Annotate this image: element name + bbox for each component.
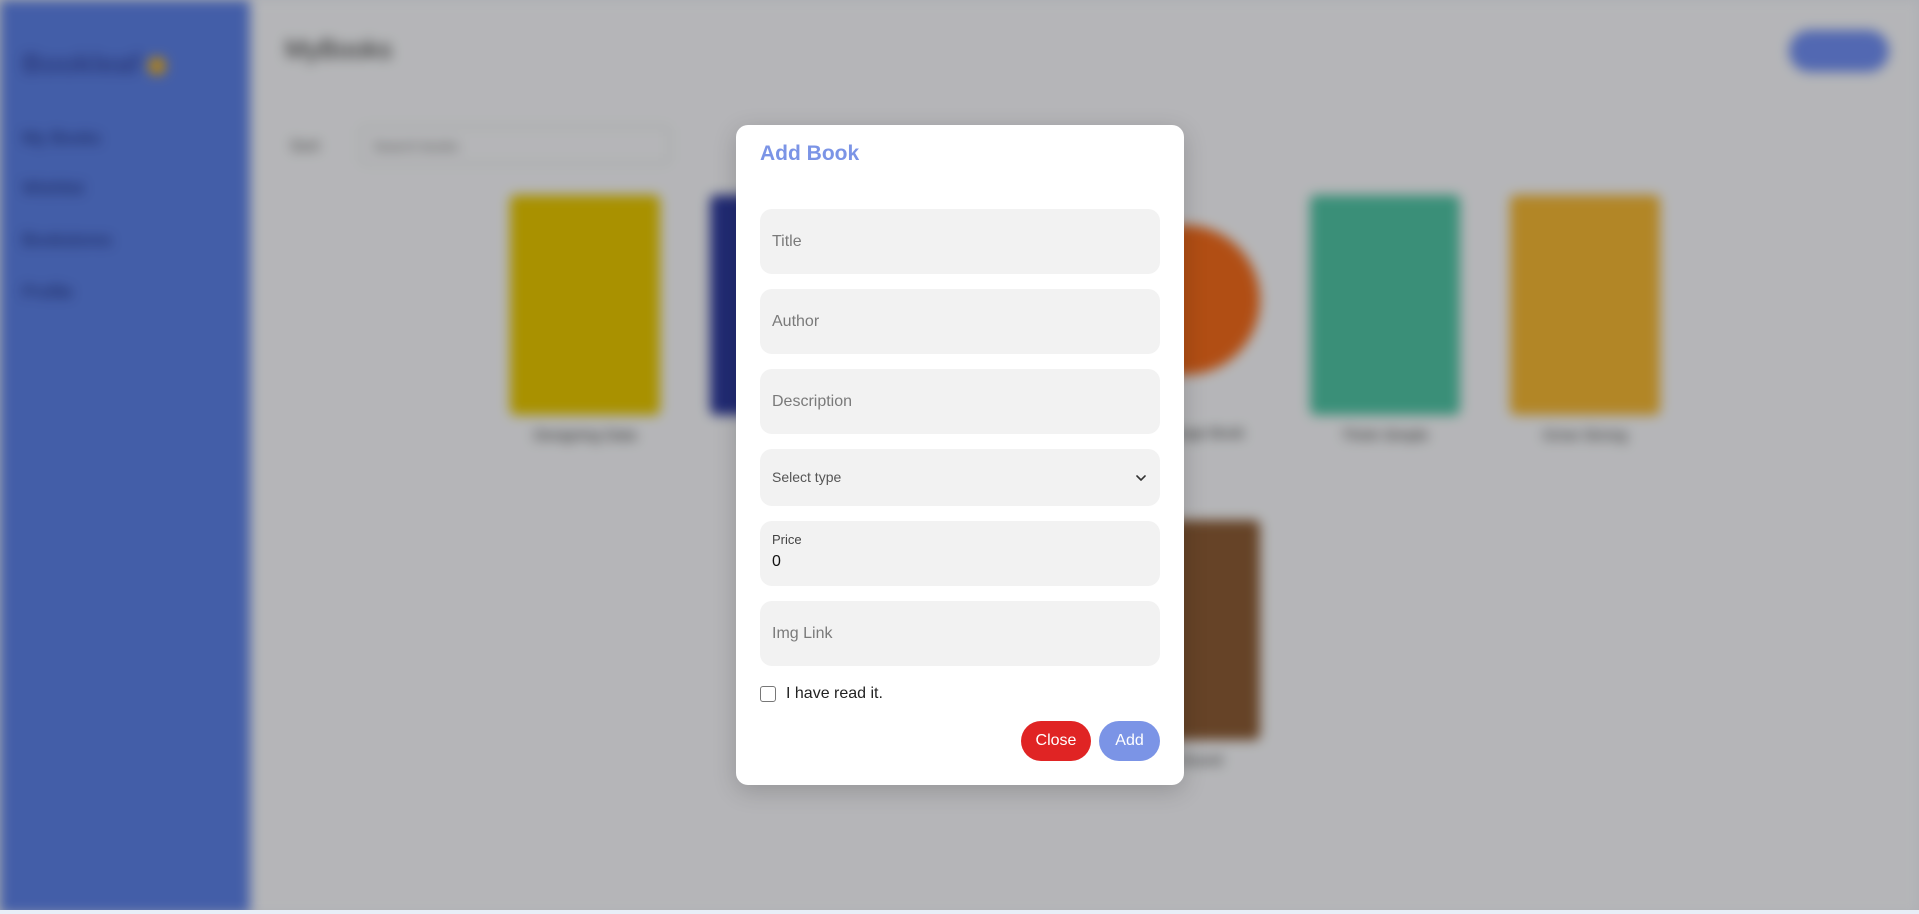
read-checkbox-label[interactable]: I have read it. — [786, 685, 883, 703]
description-input[interactable] — [760, 369, 1160, 434]
dialog-title: Add Book — [760, 142, 860, 165]
price-label: Price — [772, 532, 802, 547]
close-button[interactable]: Close — [1021, 721, 1091, 761]
price-value[interactable]: 0 — [772, 553, 781, 571]
author-input[interactable] — [760, 289, 1160, 354]
read-checkbox[interactable] — [760, 686, 776, 702]
title-input[interactable] — [760, 209, 1160, 274]
add-book-dialog: Add Book Select type Price 0 I have read… — [736, 125, 1184, 785]
price-field[interactable]: Price 0 — [760, 521, 1160, 586]
type-select-value: Select type — [772, 469, 842, 485]
type-select[interactable]: Select type — [760, 449, 1160, 506]
bottom-strip — [0, 910, 1919, 914]
add-button[interactable]: Add — [1099, 721, 1160, 761]
chevron-down-icon — [1136, 475, 1146, 481]
img-link-input[interactable] — [760, 601, 1160, 666]
read-checkbox-row[interactable]: I have read it. — [760, 683, 883, 705]
